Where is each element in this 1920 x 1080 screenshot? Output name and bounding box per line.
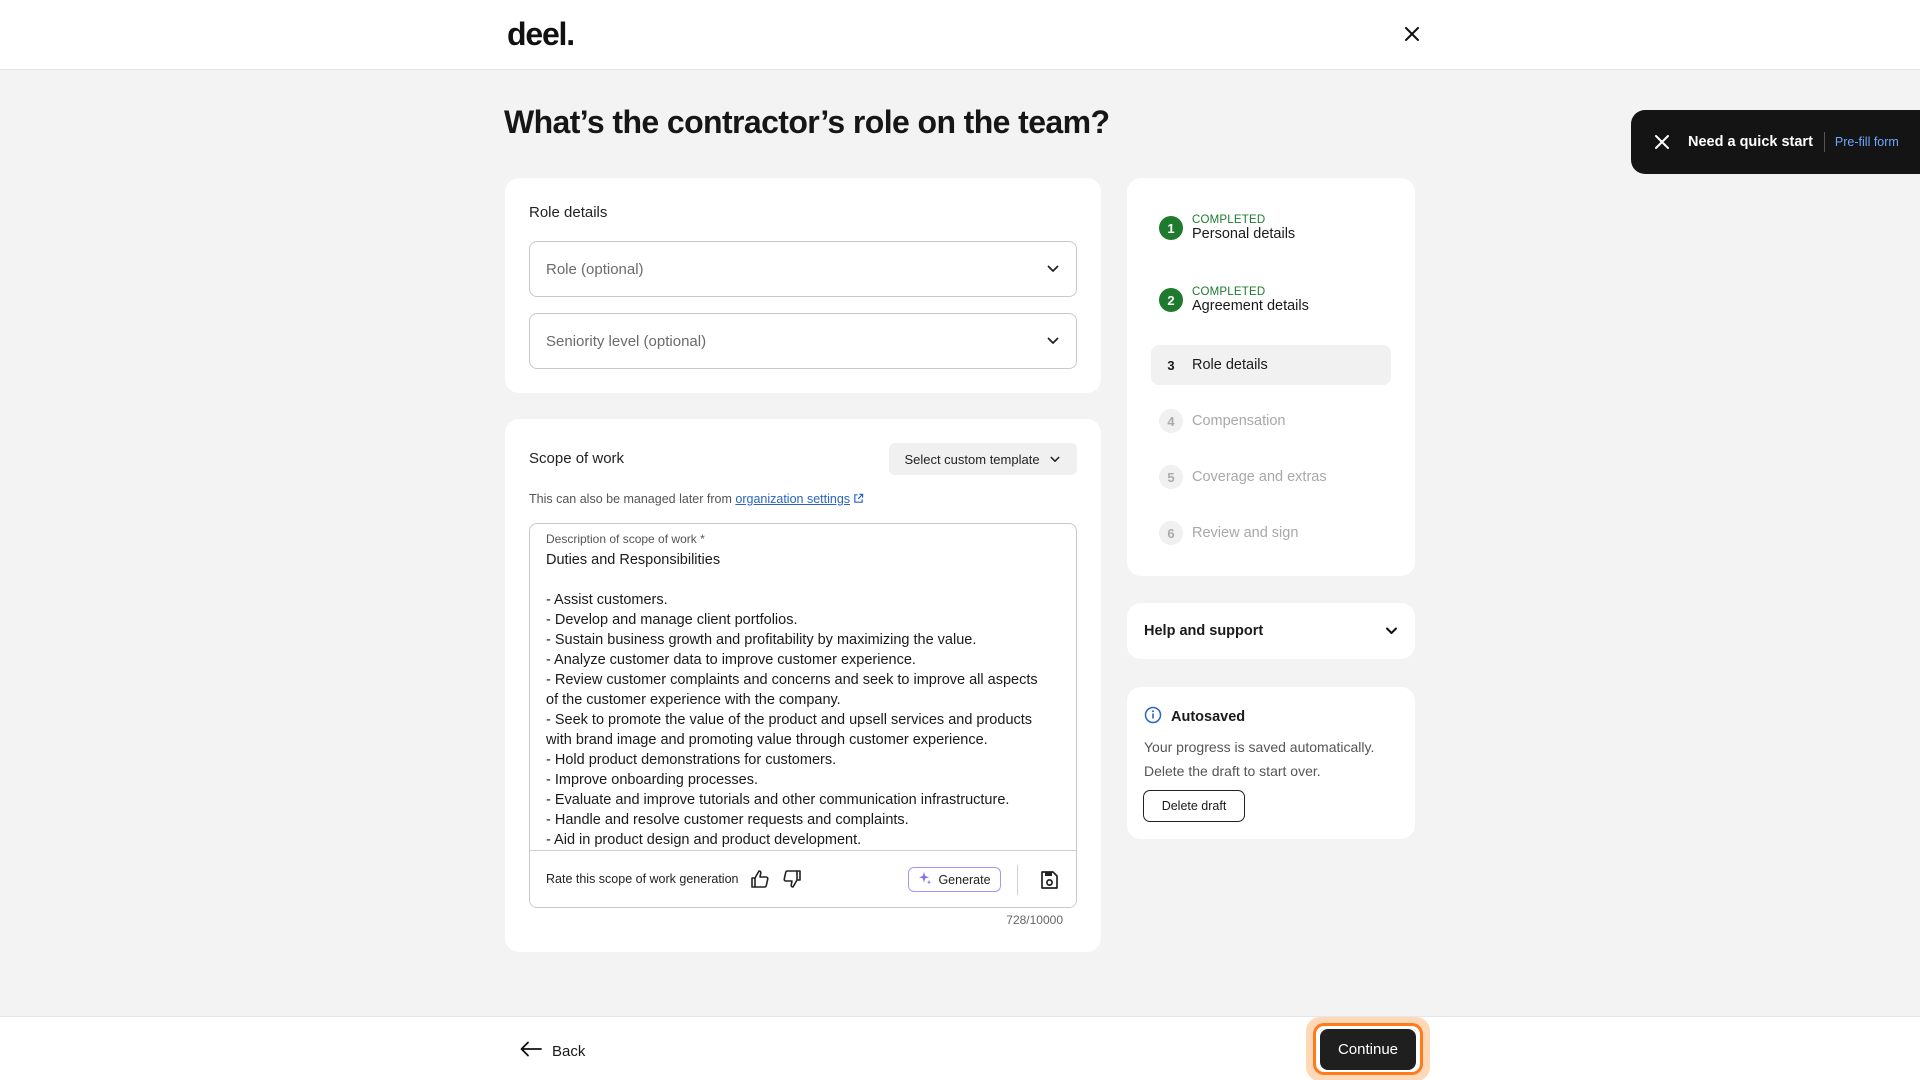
- seniority-select[interactable]: Seniority level (optional): [529, 313, 1077, 369]
- toolbar-divider: [1017, 865, 1018, 895]
- chevron-down-icon: [1384, 624, 1398, 638]
- step-number: 5: [1159, 465, 1183, 489]
- role-details-card: Role details Role (optional) Seniority l…: [505, 178, 1101, 393]
- chevron-down-icon: [1048, 452, 1062, 466]
- step-coverage-and-extras: 5 Coverage and extras: [1159, 465, 1399, 489]
- scope-line: with brand image and promoting value thr…: [546, 732, 988, 748]
- scope-description-label: Description of scope of work *: [546, 532, 705, 546]
- step-label: Coverage and extras: [1192, 469, 1327, 485]
- step-number: 3: [1167, 357, 1175, 373]
- progress-steps-card: 1 COMPLETED Personal details 2 COMPLETED…: [1127, 178, 1415, 576]
- step-number: 1: [1159, 216, 1183, 240]
- external-link-icon[interactable]: [853, 493, 864, 507]
- back-button[interactable]: Back: [520, 1041, 585, 1061]
- scope-textarea-toolbar: Rate this scope of work generation Gener…: [530, 850, 1076, 907]
- chevron-down-icon: [1046, 262, 1060, 276]
- step-status: COMPLETED: [1192, 286, 1266, 298]
- step-number: 2: [1159, 288, 1183, 312]
- scope-description-textarea[interactable]: Description of scope of work * Duties an…: [529, 523, 1077, 908]
- scope-description-content[interactable]: Duties and Responsibilities - Assist cus…: [546, 550, 1066, 850]
- scope-line: - Seek to promote the value of the produ…: [546, 712, 1033, 728]
- role-details-heading: Role details: [529, 204, 608, 221]
- step-label: Role details: [1192, 357, 1268, 373]
- page-title: What’s the contractor’s role on the team…: [504, 104, 1110, 140]
- scope-line: - Evaluate and improve tutorials and oth…: [546, 792, 1010, 808]
- organization-settings-link[interactable]: organization settings: [735, 492, 850, 506]
- bottom-action-bar: Back Continue: [0, 1016, 1920, 1080]
- scope-line: - Sustain business growth and profitabil…: [546, 632, 977, 648]
- thumbs-up-icon[interactable]: [749, 868, 771, 890]
- scope-line: - Review customer complaints and concern…: [546, 672, 1038, 688]
- scope-line: - Analyze customer data to improve custo…: [546, 652, 916, 668]
- scope-of-work-heading: Scope of work: [529, 450, 625, 467]
- close-icon[interactable]: [1400, 22, 1424, 46]
- step-label: Compensation: [1192, 413, 1286, 429]
- scope-line: - Assist customers.: [546, 592, 668, 608]
- select-custom-template-button[interactable]: Select custom template: [889, 443, 1077, 475]
- scope-line: - Develop and manage client portfolios.: [546, 612, 798, 628]
- help-and-support-accordion[interactable]: Help and support: [1127, 603, 1415, 659]
- scope-helper-text: This can also be managed later from orga…: [529, 492, 864, 507]
- chevron-down-icon: [1046, 334, 1060, 348]
- character-count: 728/10000: [1006, 913, 1063, 927]
- scope-line: - Hold product demonstrations for custom…: [546, 752, 837, 768]
- role-select[interactable]: Role (optional): [529, 241, 1077, 297]
- step-compensation: 4 Compensation: [1159, 409, 1399, 433]
- arrow-left-icon: [520, 1041, 542, 1061]
- pre-fill-form-link[interactable]: Pre-fill form: [1835, 135, 1899, 149]
- generate-label: Generate: [938, 872, 991, 887]
- help-and-support-label: Help and support: [1144, 623, 1264, 639]
- quick-start-close-icon[interactable]: [1651, 131, 1673, 153]
- scope-line: - Improve onboarding processes.: [546, 772, 758, 788]
- scope-line: Duties and Responsibilities: [546, 552, 721, 568]
- info-icon: [1144, 706, 1162, 728]
- deel-logo[interactable]: deel.: [507, 16, 575, 53]
- step-role-details[interactable]: 3 Role details: [1159, 353, 1399, 377]
- generate-button[interactable]: Generate: [908, 867, 1001, 892]
- continue-button[interactable]: Continue: [1320, 1029, 1416, 1070]
- rate-generation-label: Rate this scope of work generation: [546, 872, 739, 886]
- scope-line: [546, 570, 1066, 590]
- autosave-description: Your progress is saved automatically. De…: [1144, 739, 1375, 779]
- back-label: Back: [552, 1042, 586, 1060]
- step-label: Personal details: [1192, 226, 1296, 242]
- step-status: COMPLETED: [1192, 214, 1266, 226]
- top-bar: deel.: [0, 0, 1920, 70]
- delete-draft-button[interactable]: Delete draft: [1143, 790, 1245, 822]
- quick-start-text: Need a quick start: [1688, 134, 1813, 150]
- select-custom-template-label: Select custom template: [904, 451, 1040, 467]
- thumbs-down-icon[interactable]: [781, 868, 803, 890]
- step-review-and-sign: 6 Review and sign: [1159, 521, 1399, 545]
- step-personal-details[interactable]: 1 COMPLETED Personal details: [1159, 214, 1399, 242]
- step-agreement-details[interactable]: 2 COMPLETED Agreement details: [1159, 286, 1399, 314]
- sparkle-icon: [918, 871, 932, 888]
- role-select-placeholder: Role (optional): [546, 260, 644, 278]
- step-number: 6: [1159, 521, 1183, 545]
- autosave-title-text: Autosaved: [1171, 709, 1246, 725]
- scope-helper-label: This can also be managed later from: [529, 492, 732, 506]
- quick-start-divider: [1823, 132, 1825, 152]
- save-icon[interactable]: [1038, 869, 1060, 891]
- step-label: Review and sign: [1192, 525, 1299, 541]
- scope-line: - Aid in product design and product deve…: [546, 832, 862, 848]
- step-number: 4: [1159, 409, 1183, 433]
- scope-of-work-card: Scope of work Select custom template Thi…: [505, 419, 1101, 952]
- step-label: Agreement details: [1192, 298, 1309, 314]
- scope-line: of the customer experience with the comp…: [546, 692, 841, 708]
- seniority-select-placeholder: Seniority level (optional): [546, 332, 707, 350]
- autosave-card: Autosaved Your progress is saved automat…: [1127, 687, 1415, 839]
- autosave-title: Autosaved: [1144, 706, 1245, 728]
- scope-line: - Handle and resolve customer requests a…: [546, 812, 909, 828]
- quick-start-banner: Need a quick start Pre-fill form: [1631, 110, 1920, 174]
